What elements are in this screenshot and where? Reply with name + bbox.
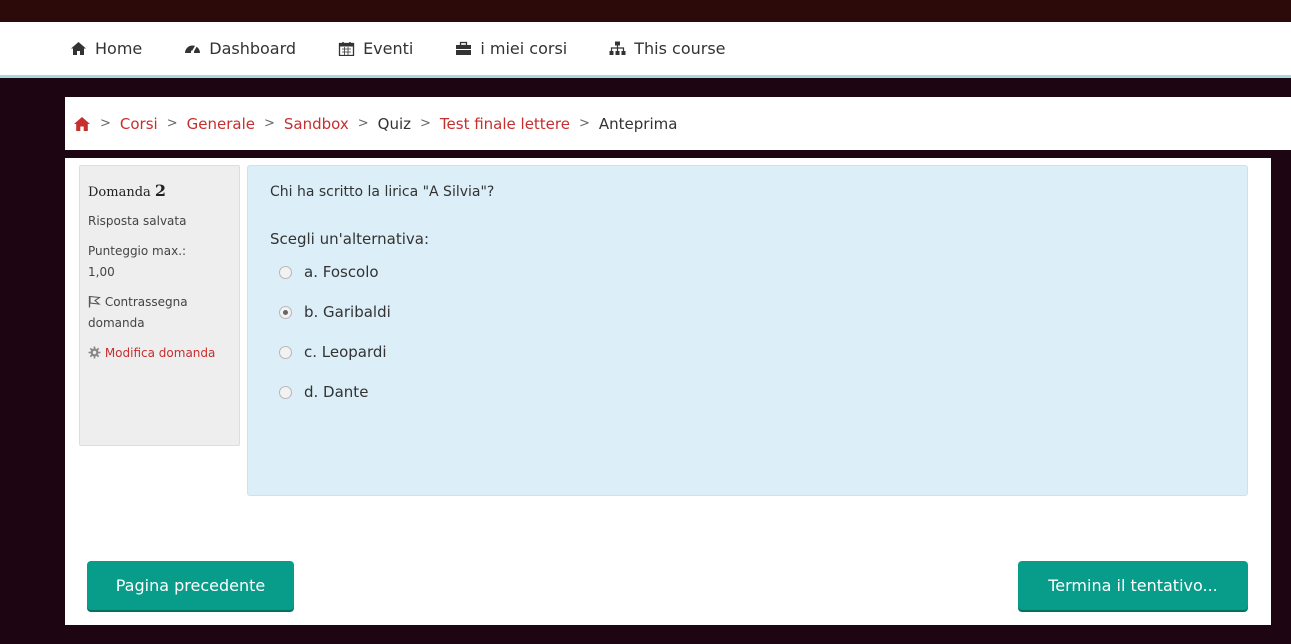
nav-eventi[interactable]: Eventi xyxy=(338,39,413,58)
question-content: Chi ha scritto la lirica "A Silvia"? Sce… xyxy=(247,165,1248,496)
flag-question-toggle[interactable]: Contrassegna domanda xyxy=(88,292,232,334)
question-text: Chi ha scritto la lirica "A Silvia"? xyxy=(270,184,495,200)
home-icon xyxy=(70,41,87,56)
radio-button[interactable] xyxy=(279,265,292,279)
question-grade: Punteggio max.: 1,00 xyxy=(88,244,187,279)
nav-i-miei-corsi[interactable]: i miei corsi xyxy=(455,39,567,58)
breadcrumb-sandbox[interactable]: Sandbox xyxy=(284,115,349,133)
nav-dashboard[interactable]: Dashboard xyxy=(184,39,296,58)
question-number: Domanda 2 xyxy=(88,181,167,200)
home-icon[interactable] xyxy=(73,116,91,132)
calendar-icon xyxy=(338,41,355,56)
top-header-strip xyxy=(0,0,1291,22)
answer-option[interactable]: a. Foscolo xyxy=(270,252,1225,292)
breadcrumb-test-finale-lettere[interactable]: Test finale lettere xyxy=(440,115,570,133)
breadcrumb-separator: > xyxy=(357,116,369,131)
sitemap-icon xyxy=(609,41,626,56)
gear-icon xyxy=(88,346,105,360)
radio-button[interactable] xyxy=(279,385,292,399)
breadcrumb-generale[interactable]: Generale xyxy=(187,115,255,133)
breadcrumb-separator: > xyxy=(420,116,431,131)
breadcrumb-separator: > xyxy=(100,116,111,131)
breadcrumb: > Corsi > Generale > Sandbox > Quiz > Te… xyxy=(65,97,1291,150)
breadcrumb-separator: > xyxy=(578,116,590,131)
breadcrumb-anteprima: Anteprima xyxy=(598,114,678,133)
nav-home[interactable]: Home xyxy=(70,39,142,58)
question-info-panel: Domanda 2 Risposta salvata Punteggio max… xyxy=(79,165,240,446)
flag-icon xyxy=(88,295,105,309)
answer-option[interactable]: b. Garibaldi xyxy=(270,292,1225,332)
answer-option[interactable]: d. Dante xyxy=(270,372,1225,412)
breadcrumb-separator: > xyxy=(263,116,275,131)
breadcrumb-corsi[interactable]: Corsi xyxy=(120,115,158,133)
edit-question-link[interactable]: Modifica domanda xyxy=(88,343,232,364)
breadcrumb-separator: > xyxy=(166,116,178,131)
briefcase-icon xyxy=(455,41,472,56)
nav-this-course[interactable]: This course xyxy=(609,39,726,58)
finish-attempt-button[interactable]: Termina il tentativo... xyxy=(1018,561,1248,610)
answer-option[interactable]: c. Leopardi xyxy=(270,332,1225,372)
question-state: Risposta salvata xyxy=(88,214,187,228)
edit-question-label[interactable]: Modifica domanda xyxy=(105,346,216,360)
previous-page-button[interactable]: Pagina precedente xyxy=(87,561,294,610)
answer-prompt: Scegli un'alternativa: xyxy=(270,230,430,248)
custom-menu-bar: Home Dashboard Eventi i miei corsi This … xyxy=(0,22,1291,78)
quiz-main-region: Domanda 2 Risposta salvata Punteggio max… xyxy=(65,158,1271,625)
radio-button[interactable] xyxy=(279,305,292,319)
radio-button[interactable] xyxy=(279,345,292,359)
dashboard-icon xyxy=(184,41,201,56)
breadcrumb-quiz: Quiz xyxy=(377,114,411,133)
